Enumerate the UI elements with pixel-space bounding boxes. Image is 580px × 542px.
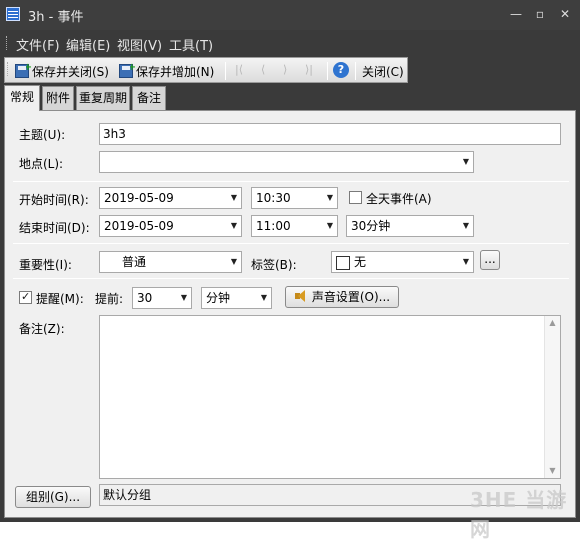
start-time-combobox[interactable]: 10:30 ▼ xyxy=(251,187,338,209)
start-time-label: 开始时间(R): xyxy=(19,193,89,207)
chevron-down-icon[interactable]: ▼ xyxy=(231,216,237,236)
event-window: 3h - 事件 — ▫ ✕ 文件(F) 编辑(E) 视图(V) 工具(T) + … xyxy=(0,0,580,541)
chevron-down-icon[interactable]: ▼ xyxy=(327,188,333,208)
close-button[interactable]: 关闭(C) xyxy=(362,61,404,81)
tab-notes[interactable]: 备注 xyxy=(132,86,166,110)
end-time-value: 11:00 xyxy=(256,219,291,233)
start-time-value: 10:30 xyxy=(256,191,291,205)
chevron-down-icon[interactable]: ▼ xyxy=(463,252,469,272)
next-item-icon[interactable]: ⟩ xyxy=(283,63,287,76)
tag-value: 无 xyxy=(354,255,367,269)
title-bar: 3h - 事件 — ▫ ✕ xyxy=(0,0,580,30)
notes-scrollbar[interactable]: ▲ ▼ xyxy=(544,316,560,478)
start-date-picker[interactable]: 2019-05-09 ▼ xyxy=(99,187,242,209)
divider xyxy=(13,181,569,182)
scroll-up-icon[interactable]: ▲ xyxy=(545,316,560,330)
advance-unit: 分钟 xyxy=(206,291,231,305)
chevron-down-icon[interactable]: ▼ xyxy=(231,188,237,208)
save-close-button[interactable]: + 保存并关闭(S) xyxy=(15,61,109,81)
chevron-down-icon[interactable]: ▼ xyxy=(231,252,237,272)
sound-settings-button[interactable]: 声音设置(O)... xyxy=(285,286,399,308)
importance-combobox[interactable]: 普通 ▼ xyxy=(99,251,242,273)
tab-general[interactable]: 常规 xyxy=(4,85,40,111)
previous-item-icon[interactable]: ⟨ xyxy=(261,63,265,76)
menu-grip[interactable] xyxy=(6,36,9,50)
chevron-down-icon[interactable]: ▼ xyxy=(463,216,469,236)
subject-input[interactable]: 3h3 xyxy=(99,123,561,145)
end-date-value: 2019-05-09 xyxy=(104,219,174,233)
close-window-button[interactable]: ✕ xyxy=(555,5,575,23)
divider xyxy=(13,278,569,279)
save-close-label: 保存并关闭(S) xyxy=(32,64,109,79)
last-item-icon[interactable]: ⟩| xyxy=(305,63,313,76)
start-date-value: 2019-05-09 xyxy=(104,191,174,205)
menu-bar: 文件(F) 编辑(E) 视图(V) 工具(T) xyxy=(4,30,576,56)
importance-value: 普通 xyxy=(122,255,147,269)
end-date-picker[interactable]: 2019-05-09 ▼ xyxy=(99,215,242,237)
general-panel: 主题(U): 3h3 地点(L): ▼ 开始时间(R): 2019-05-09 … xyxy=(4,110,576,518)
location-label: 地点(L): xyxy=(19,157,64,171)
chevron-down-icon[interactable]: ▼ xyxy=(463,152,469,172)
tab-attachments[interactable]: 附件 xyxy=(42,86,74,110)
site-watermark: 3HE 当游网 xyxy=(470,488,568,541)
advance-value-combobox[interactable]: 30 ▼ xyxy=(132,287,192,309)
reminder-label[interactable]: 提醒(M): xyxy=(36,290,84,307)
scroll-down-icon[interactable]: ▼ xyxy=(545,464,560,478)
first-item-icon[interactable]: |⟨ xyxy=(235,63,243,76)
chevron-down-icon[interactable]: ▼ xyxy=(261,288,267,308)
toolbar-separator xyxy=(355,62,356,80)
tag-combobox[interactable]: 无 ▼ xyxy=(331,251,474,273)
menu-view[interactable]: 视图(V) xyxy=(117,35,162,54)
maximize-button[interactable]: ▫ xyxy=(530,5,550,23)
speaker-icon xyxy=(294,289,308,303)
minimize-button[interactable]: — xyxy=(506,5,526,23)
save-new-icon: + xyxy=(119,62,136,78)
all-day-label[interactable]: 全天事件(A) xyxy=(366,190,432,207)
importance-label: 重要性(I): xyxy=(19,258,72,272)
save-add-label: 保存并增加(N) xyxy=(136,64,215,79)
tab-recurrence[interactable]: 重复周期 xyxy=(76,86,130,110)
save-add-button[interactable]: + 保存并增加(N) xyxy=(119,61,214,81)
toolbar-separator xyxy=(225,62,226,80)
advance-value: 30 xyxy=(137,291,153,305)
tag-label: 标签(B): xyxy=(251,258,297,272)
all-day-checkbox[interactable] xyxy=(349,191,362,204)
notes-textarea[interactable]: ▲ ▼ xyxy=(99,315,561,479)
duration-value: 30分钟 xyxy=(351,219,391,233)
location-combobox[interactable]: ▼ xyxy=(99,151,474,173)
menu-edit[interactable]: 编辑(E) xyxy=(66,35,110,54)
duration-combobox[interactable]: 30分钟 ▼ xyxy=(346,215,474,237)
group-button[interactable]: 组别(G)... xyxy=(15,486,91,508)
window-title: 3h - 事件 xyxy=(28,10,84,25)
divider xyxy=(13,243,569,244)
toolbar-grip[interactable] xyxy=(7,62,10,76)
chevron-down-icon[interactable]: ▼ xyxy=(181,288,187,308)
notes-label: 备注(Z): xyxy=(19,322,65,336)
menu-tools[interactable]: 工具(T) xyxy=(169,35,213,54)
save-icon: + xyxy=(15,62,32,78)
tag-more-button[interactable]: ... xyxy=(480,250,500,270)
sound-settings-label: 声音设置(O)... xyxy=(311,290,391,304)
subject-label: 主题(U): xyxy=(19,128,66,142)
reminder-checkbox[interactable] xyxy=(19,290,32,304)
end-time-label: 结束时间(D): xyxy=(19,221,90,235)
calendar-app-icon xyxy=(6,7,20,21)
tag-color-swatch xyxy=(336,256,350,270)
menu-file[interactable]: 文件(F) xyxy=(16,35,60,54)
advance-unit-combobox[interactable]: 分钟 ▼ xyxy=(201,287,272,309)
close-label: 关闭(C) xyxy=(362,64,404,79)
help-icon[interactable]: ? xyxy=(333,62,349,78)
advance-label: 提前: xyxy=(95,292,124,306)
end-time-combobox[interactable]: 11:00 ▼ xyxy=(251,215,338,237)
toolbar-separator xyxy=(327,62,328,80)
toolbar: + 保存并关闭(S) + 保存并增加(N) |⟨ ⟨ ⟩ ⟩| ? 关闭(C) xyxy=(4,57,408,83)
chevron-down-icon[interactable]: ▼ xyxy=(327,216,333,236)
